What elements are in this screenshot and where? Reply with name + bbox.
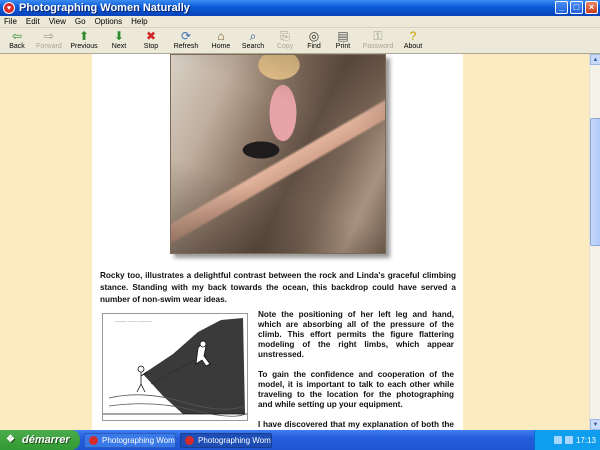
clock: 17:13 — [575, 435, 596, 445]
home-icon: ⌂ — [217, 29, 225, 43]
toolbar-password-button[interactable]: ⚿ Password — [360, 28, 396, 50]
toolbar-forward-button[interactable]: ⇨ Forward — [34, 28, 64, 50]
toolbar-label: Stop — [143, 43, 159, 50]
article-text: Note the positioning of her left leg and… — [258, 310, 454, 430]
copy-icon: ⎘ — [280, 29, 290, 43]
binoculars-icon: ◎ — [308, 29, 320, 43]
stop-icon: ✖ — [145, 29, 157, 43]
help-bulb-icon: ? — [409, 29, 417, 43]
toolbar-back-button[interactable]: ⇦ Back — [2, 28, 32, 50]
taskbar-window-button-active[interactable]: Photographing Wome... — [180, 432, 272, 448]
paragraph: Note the positioning of her left leg and… — [258, 310, 454, 359]
menu-edit[interactable]: Edit — [26, 17, 40, 26]
menu-bar: File Edit View Go Options Help — [0, 16, 600, 28]
toolbar-next-button[interactable]: ⬇ Next — [104, 28, 134, 50]
window-controls: _ □ × — [555, 1, 598, 14]
task-label: Photographing Wome... — [198, 435, 271, 445]
maximize-button[interactable]: □ — [570, 1, 583, 14]
scroll-down-button[interactable]: ▼ — [590, 419, 600, 430]
toolbar-label: Copy — [276, 43, 294, 50]
menu-view[interactable]: View — [49, 17, 66, 26]
model-photo — [170, 54, 386, 254]
network-icon[interactable] — [553, 436, 562, 444]
toolbar-stop-button[interactable]: ✖ Stop — [136, 28, 166, 50]
start-button[interactable]: ❖ démarrer — [0, 430, 80, 450]
forward-arrow-icon: ⇨ — [43, 29, 55, 43]
key-icon: ⚿ — [373, 29, 383, 43]
scroll-up-button[interactable]: ▲ — [590, 54, 600, 65]
app-icon — [185, 435, 194, 445]
toolbar-find-button[interactable]: ◎ Find — [302, 28, 326, 50]
toolbar-label: About — [403, 43, 423, 50]
menu-go[interactable]: Go — [75, 17, 86, 26]
close-button[interactable]: × — [585, 1, 598, 14]
toolbar-label: Back — [9, 43, 25, 50]
vertical-scrollbar[interactable]: ▲ ▼ — [589, 54, 600, 430]
title-bar: ♥ Photographing Women Naturally _ □ × — [0, 0, 600, 16]
down-arrow-icon: ⬇ — [113, 29, 125, 43]
toolbar-print-button[interactable]: ▤ Print — [328, 28, 358, 50]
volume-icon[interactable] — [564, 436, 573, 444]
menu-options[interactable]: Options — [95, 17, 123, 26]
page-column: Rocky too, illustrates a delightful cont… — [92, 54, 463, 430]
toolbar-label: Forward — [36, 43, 62, 50]
toolbar-label: Find — [307, 43, 321, 50]
paragraph: To gain the confidence and cooperation o… — [258, 370, 454, 409]
toolbar-label: Home — [211, 43, 231, 50]
window-title: Photographing Women Naturally — [19, 2, 190, 14]
toolbar-label: Next — [111, 43, 127, 50]
taskbar-window-button[interactable]: Photographing Wome... — [84, 432, 176, 448]
toolbar-about-button[interactable]: ? About — [398, 28, 428, 50]
toolbar-copy-button[interactable]: ⎘ Copy — [270, 28, 300, 50]
toolbar-label: Previous — [70, 43, 98, 50]
toolbar-previous-button[interactable]: ⬆ Previous — [66, 28, 102, 50]
task-label: Photographing Wome... — [102, 435, 175, 445]
app-icon — [89, 435, 98, 445]
toolbar-label: Print — [335, 43, 351, 50]
toolbar-search-button[interactable]: ⌕ Search — [238, 28, 268, 50]
taskbar: ❖ démarrer Photographing Wome... Photogr… — [0, 430, 600, 450]
windows-flag-icon: ❖ — [6, 434, 15, 445]
toolbar-label: Search — [241, 43, 265, 50]
paragraph: I have discovered that my explanation of… — [258, 420, 454, 429]
search-icon: ⌕ — [249, 29, 257, 43]
up-arrow-icon: ⬆ — [78, 29, 90, 43]
page-content: Rocky too, illustrates a delightful cont… — [0, 54, 589, 430]
svg-text:~~~~~ ~~~~ ~~~~~~: ~~~~~ ~~~~ ~~~~~~ — [115, 319, 153, 324]
toolbar-label: Password — [362, 43, 394, 50]
printer-icon: ▤ — [337, 29, 349, 43]
menu-file[interactable]: File — [4, 17, 17, 26]
lighting-diagram-image: ~~~~~ ~~~~ ~~~~~~ — [102, 313, 248, 421]
photo-caption: Rocky too, illustrates a delightful cont… — [100, 271, 456, 304]
scroll-thumb[interactable] — [590, 118, 600, 246]
system-tray: 17:13 — [534, 430, 600, 450]
toolbar-label: Refresh — [173, 43, 199, 50]
toolbar-home-button[interactable]: ⌂ Home — [206, 28, 236, 50]
back-arrow-icon: ⇦ — [11, 29, 23, 43]
refresh-icon: ⟳ — [180, 29, 192, 43]
app-icon: ♥ — [3, 2, 15, 14]
minimize-button[interactable]: _ — [555, 1, 568, 14]
toolbar-refresh-button[interactable]: ⟳ Refresh — [168, 28, 204, 50]
toolbar: ⇦ Back ⇨ Forward ⬆ Previous ⬇ Next ✖ Stop ⟳ Refresh… — [0, 28, 600, 54]
menu-help[interactable]: Help — [131, 17, 147, 26]
start-label: démarrer — [22, 434, 70, 446]
